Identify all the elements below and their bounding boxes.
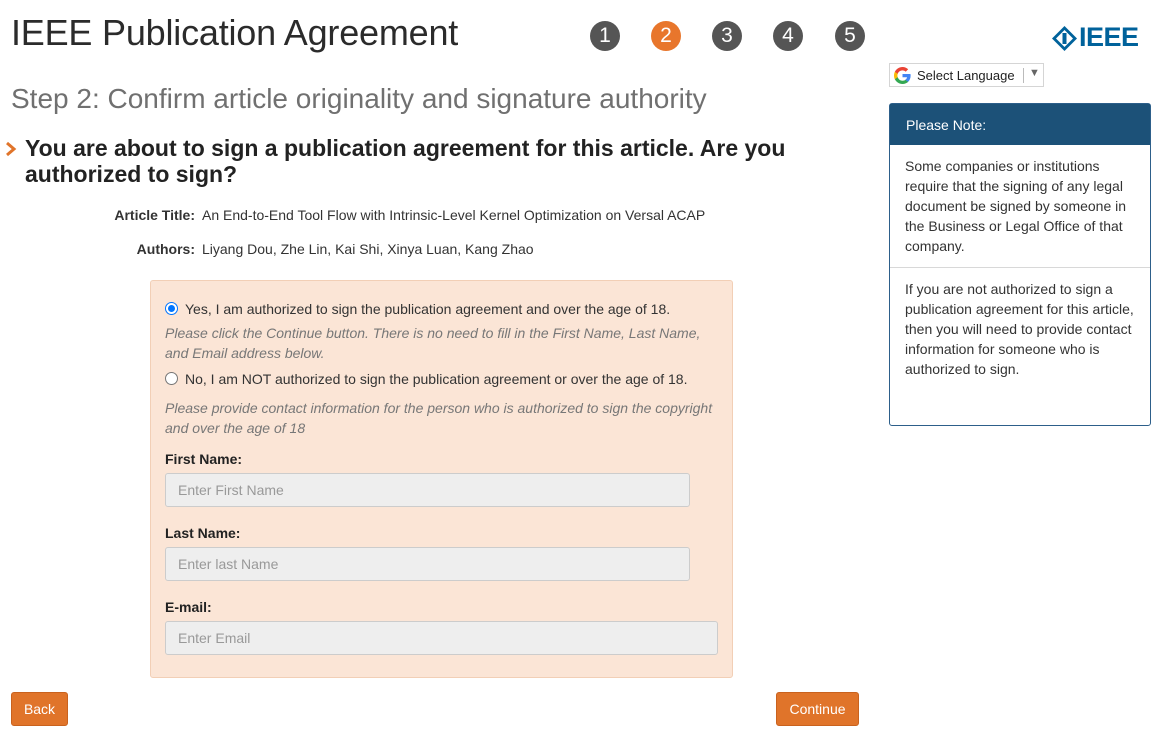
please-note-panel: Please Note: Some companies or instituti… [889, 103, 1151, 426]
email-label: E-mail: [165, 599, 212, 615]
radio-authorized-yes[interactable]: Yes, I am authorized to sign the publica… [165, 301, 670, 317]
hint-no: Please provide contact information for t… [165, 400, 713, 436]
first-name-input[interactable] [165, 473, 690, 507]
authorization-form: Yes, I am authorized to sign the publica… [150, 280, 733, 678]
article-title-label: Article Title: [114, 207, 195, 223]
radio-yes-button[interactable] [165, 302, 178, 315]
step-4[interactable]: 4 [773, 21, 803, 51]
radio-no-label: No, I am NOT authorized to sign the publ… [185, 371, 688, 387]
last-name-input[interactable] [165, 547, 690, 581]
chevron-right-icon [6, 141, 17, 157]
email-input[interactable] [165, 621, 718, 655]
step-1[interactable]: 1 [590, 21, 620, 51]
first-name-label: First Name: [165, 451, 243, 467]
step-5[interactable]: 5 [835, 21, 865, 51]
authors-value: Liyang Dou, Zhe Lin, Kai Shi, Xinya Luan… [202, 241, 534, 257]
last-name-label: Last Name: [165, 525, 241, 541]
hint-yes: Please click the Continue button. There … [165, 325, 701, 361]
authorization-question: You are about to sign a publication agre… [25, 135, 786, 187]
dropdown-arrow-icon: ▼ [1029, 67, 1040, 79]
radio-yes-label: Yes, I am authorized to sign the publica… [185, 301, 671, 317]
select-language-dropdown[interactable]: Select Language ▼ [889, 63, 1044, 87]
ieee-logo-text: IEEE [1079, 22, 1139, 52]
ieee-logo: IEEE [1051, 22, 1151, 54]
authors-label: Authors: [136, 241, 195, 257]
google-g-icon [894, 67, 911, 84]
radio-no-button[interactable] [165, 372, 178, 385]
ieee-diamond-icon [1052, 26, 1077, 51]
back-button[interactable]: Back [11, 692, 68, 726]
app-title: IEEE Publication Agreement [11, 12, 459, 53]
article-title-value: An End-to-End Tool Flow with Intrinsic-L… [202, 207, 706, 223]
dropdown-divider [1023, 68, 1024, 83]
step-3[interactable]: 3 [712, 21, 742, 51]
note-header: Please Note: [890, 104, 1150, 145]
select-language-label: Select Language [917, 68, 1015, 83]
step-2-current[interactable]: 2 [651, 21, 681, 51]
radio-authorized-no[interactable]: No, I am NOT authorized to sign the publ… [165, 371, 687, 387]
note-paragraph-2: If you are not authorized to sign a publ… [905, 281, 1134, 377]
step-heading: Step 2: Confirm article originality and … [11, 83, 707, 114]
note-paragraph-1: Some companies or institutions require t… [905, 158, 1127, 254]
continue-button[interactable]: Continue [776, 692, 859, 726]
